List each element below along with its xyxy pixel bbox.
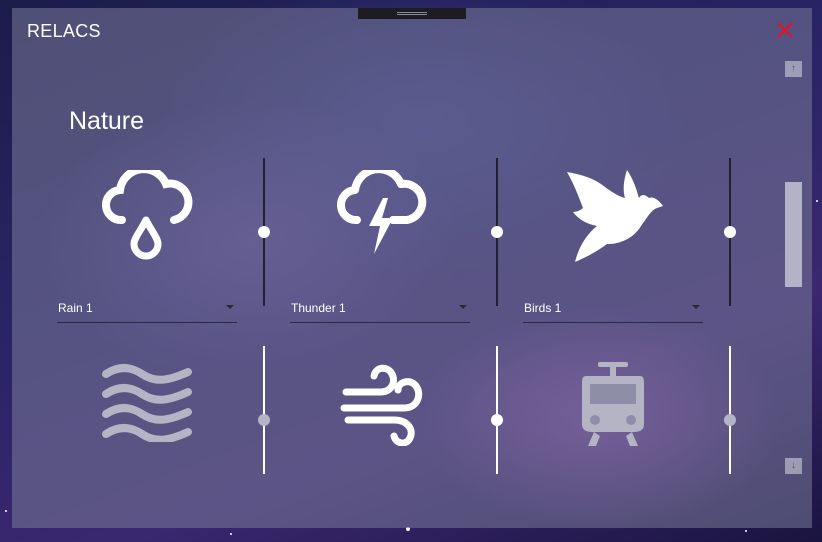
dropdown-value: Rain 1 — [58, 301, 93, 315]
drag-handle[interactable] — [358, 8, 466, 19]
bird-icon[interactable] — [565, 164, 665, 266]
birds-variant-dropdown[interactable]: Birds 1 — [523, 296, 703, 323]
dropdown-value: Birds 1 — [524, 301, 562, 315]
wind-icon[interactable] — [338, 360, 428, 446]
scroll-down-button[interactable]: ↓ — [785, 458, 802, 474]
volume-slider-waves[interactable] — [255, 346, 275, 474]
app-title: RELACS — [27, 21, 101, 41]
slider-thumb[interactable] — [258, 226, 270, 238]
slider-thumb[interactable] — [491, 414, 503, 426]
app-window — [12, 8, 812, 528]
chevron-down-icon — [226, 305, 234, 309]
slider-thumb[interactable] — [491, 226, 503, 238]
volume-slider-wind[interactable] — [488, 346, 508, 474]
chevron-down-icon — [692, 305, 700, 309]
scrollbar-thumb[interactable] — [785, 182, 802, 287]
volume-slider-rain[interactable] — [255, 158, 275, 306]
slider-thumb[interactable] — [258, 414, 270, 426]
slider-thumb[interactable] — [724, 414, 736, 426]
arrow-up-icon: ↑ — [791, 63, 796, 74]
rain-icon[interactable] — [98, 170, 194, 260]
volume-slider-train[interactable] — [721, 346, 741, 474]
background-star — [5, 510, 7, 512]
chevron-down-icon — [459, 305, 467, 309]
thunder-icon[interactable] — [331, 170, 427, 260]
close-button[interactable] — [772, 17, 798, 43]
train-icon[interactable] — [580, 360, 646, 446]
section-title: Nature — [69, 107, 145, 135]
background-star — [816, 200, 818, 202]
close-icon — [777, 22, 793, 38]
waves-icon[interactable] — [102, 362, 192, 442]
thunder-variant-dropdown[interactable]: Thunder 1 — [290, 296, 470, 323]
slider-thumb[interactable] — [724, 226, 736, 238]
dropdown-value: Thunder 1 — [291, 301, 346, 315]
background-star — [745, 530, 747, 532]
arrow-down-icon: ↓ — [791, 460, 796, 471]
background-star — [230, 533, 232, 535]
volume-slider-thunder[interactable] — [488, 158, 508, 306]
rain-variant-dropdown[interactable]: Rain 1 — [57, 296, 237, 323]
volume-slider-birds[interactable] — [721, 158, 741, 306]
scroll-up-button[interactable]: ↑ — [785, 61, 802, 77]
